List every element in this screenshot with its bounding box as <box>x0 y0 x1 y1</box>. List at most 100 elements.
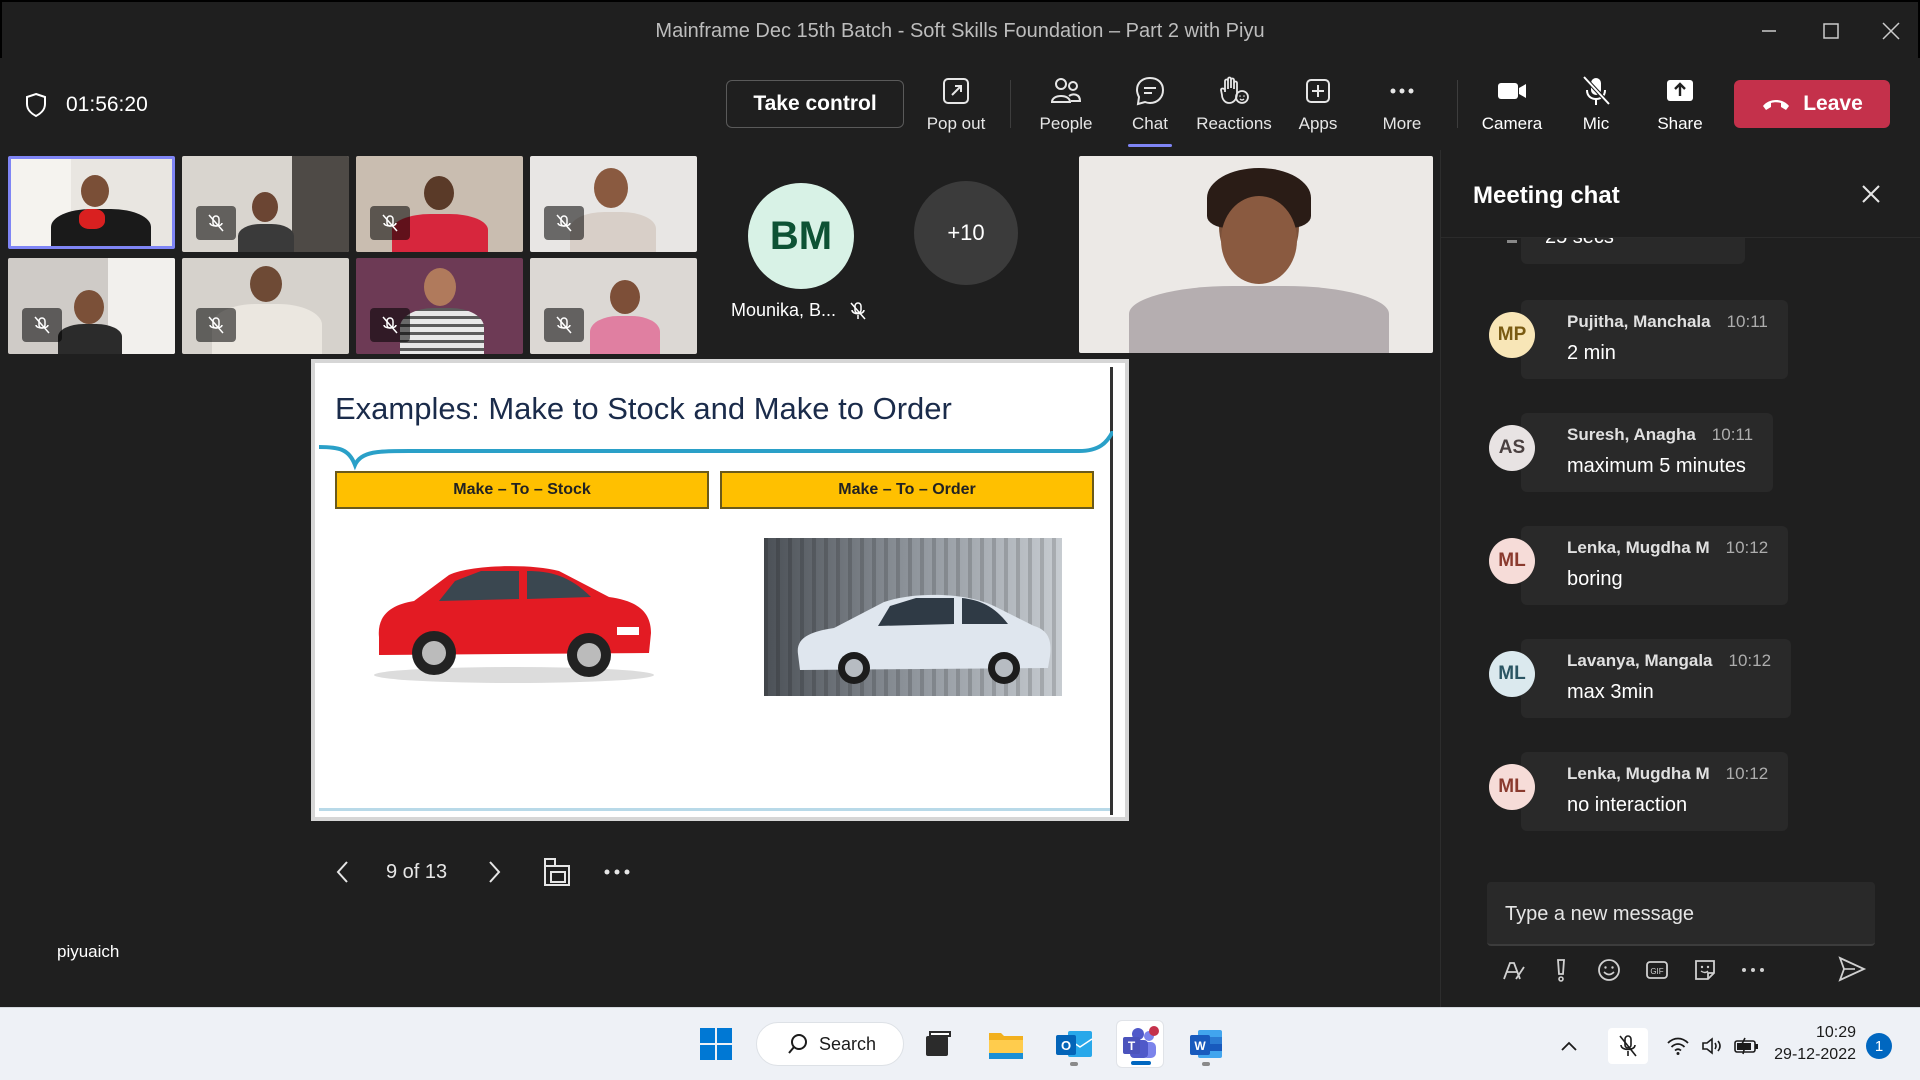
apps-button[interactable]: Apps <box>1276 74 1360 138</box>
toolbar-divider <box>1457 80 1458 128</box>
chat-icon <box>1135 76 1165 106</box>
mic-status-button[interactable] <box>1608 1028 1648 1064</box>
camera-button[interactable]: Camera <box>1470 74 1554 138</box>
sender-avatar[interactable]: ML <box>1489 764 1535 810</box>
leave-button[interactable]: Leave <box>1734 80 1890 128</box>
slide-more-options-button[interactable] <box>599 852 635 892</box>
participant-body <box>1129 286 1389 353</box>
timer-text: 01:56:20 <box>66 93 148 116</box>
camera-icon <box>1498 83 1526 99</box>
mic-button[interactable]: Mic <box>1554 74 1638 138</box>
close-window-button[interactable] <box>1868 12 1914 50</box>
truncated-message-text: 25 secs <box>1545 238 1614 249</box>
chat-title: Meeting chat <box>1473 182 1620 209</box>
sender-avatar[interactable]: ML <box>1489 538 1535 584</box>
presenter-name: piyuaich <box>57 942 120 961</box>
video-tile-participant[interactable] <box>182 156 349 252</box>
word-button[interactable]: W <box>1182 1020 1230 1068</box>
running-indicator <box>1070 1062 1078 1066</box>
message-input[interactable] <box>1505 900 1845 928</box>
meeting-chat-panel: Meeting chat 25 secs Pujitha, Manchala 10… <box>1440 150 1920 1007</box>
video-tile-participant[interactable] <box>182 258 349 354</box>
participant-face <box>252 192 278 222</box>
participant-body <box>238 224 294 252</box>
sender-avatar[interactable]: AS <box>1489 425 1535 471</box>
more-label: More <box>1382 114 1422 133</box>
take-control-button[interactable]: Take control <box>726 80 904 128</box>
message-time: 10:12 <box>1725 538 1769 557</box>
participant-face <box>81 175 109 207</box>
muted-indicator <box>370 308 410 342</box>
mic-off-icon <box>208 214 224 232</box>
reactions-icon <box>1220 76 1249 104</box>
emoji-button[interactable] <box>1585 952 1633 988</box>
minimize-icon <box>1762 30 1776 32</box>
video-tile-presenter[interactable] <box>8 156 175 249</box>
chat-button[interactable]: Chat <box>1108 74 1192 138</box>
muted-indicator <box>544 206 584 240</box>
sender-avatar[interactable]: ML <box>1489 651 1535 697</box>
shield-icon <box>26 92 46 118</box>
people-label: People <box>1039 114 1093 133</box>
more-compose-options-button[interactable] <box>1729 952 1777 988</box>
search-label: Search <box>819 1033 877 1054</box>
video-tile-participant[interactable] <box>356 258 523 354</box>
more-button[interactable]: More <box>1360 74 1444 138</box>
shared-slide: Examples: Make to Stock and Make to Orde… <box>311 359 1129 821</box>
priority-button[interactable] <box>1537 952 1585 988</box>
message-time: 10:12 <box>1725 764 1769 783</box>
start-button[interactable] <box>692 1020 740 1068</box>
video-tile-participant[interactable] <box>8 258 175 354</box>
message-sender: Lavanya, Mangala <box>1567 651 1713 670</box>
apps-icon <box>1306 79 1330 103</box>
teams-button[interactable]: T <box>1116 1020 1164 1068</box>
send-button[interactable] <box>1837 954 1871 988</box>
more-participants-button[interactable]: +10 <box>914 181 1018 285</box>
battery-button[interactable] <box>1730 1031 1764 1061</box>
minimize-button[interactable] <box>1746 12 1792 50</box>
gif-button[interactable]: GIF <box>1633 952 1681 988</box>
file-explorer-button[interactable] <box>982 1020 1030 1068</box>
teams-icon: T <box>1123 1026 1159 1058</box>
wifi-button[interactable] <box>1662 1031 1694 1061</box>
sticker-button[interactable] <box>1681 952 1729 988</box>
leave-label: Leave <box>1803 92 1863 115</box>
share-button[interactable]: Share <box>1638 74 1722 138</box>
task-view-button[interactable] <box>914 1020 962 1068</box>
reactions-button[interactable]: Reactions <box>1192 74 1276 138</box>
message-meta: Lenka, Mugdha M 10:12 <box>1567 764 1768 784</box>
maximize-button[interactable] <box>1808 12 1854 50</box>
mic-off-icon <box>34 316 50 334</box>
pop-out-button[interactable]: Pop out <box>914 74 998 138</box>
muted-indicator <box>544 308 584 342</box>
message-meta: Suresh, Anagha 10:11 <box>1567 425 1753 445</box>
outlook-button[interactable]: O <box>1050 1020 1098 1068</box>
folder-icon <box>989 1033 1023 1059</box>
video-tile-participant[interactable] <box>530 258 697 354</box>
video-tile-participant[interactable] <box>356 156 523 252</box>
slide-grid-button[interactable] <box>539 852 575 892</box>
next-slide-button[interactable] <box>479 852 509 892</box>
notification-badge[interactable]: 1 <box>1866 1033 1892 1059</box>
slide-content: Examples: Make to Stock and Make to Orde… <box>319 367 1113 815</box>
people-button[interactable]: People <box>1024 74 1108 138</box>
previous-slide-button[interactable] <box>328 852 358 892</box>
svg-text:O: O <box>1061 1038 1071 1053</box>
taskbar-clock[interactable]: 10:29 29-12-2022 <box>1764 1022 1856 1066</box>
windows-logo-icon <box>700 1028 732 1060</box>
sender-avatar[interactable]: MP <box>1489 312 1535 358</box>
video-tile-participant[interactable] <box>530 156 697 252</box>
running-indicator <box>1202 1062 1210 1066</box>
compose-toolbar: GIF <box>1489 950 1879 990</box>
participant-avatar[interactable]: BM <box>748 183 854 289</box>
svg-text:T: T <box>1128 1039 1136 1053</box>
slide-title-underline <box>319 431 1113 471</box>
compose-box[interactable] <box>1487 882 1875 946</box>
show-hidden-icons-button[interactable] <box>1554 1031 1584 1061</box>
video-tile-spotlight[interactable] <box>1079 156 1433 353</box>
format-button[interactable] <box>1489 952 1537 988</box>
word-icon: W <box>1190 1030 1222 1058</box>
taskbar-search[interactable]: Search <box>756 1022 904 1066</box>
close-chat-button[interactable] <box>1859 182 1887 210</box>
volume-button[interactable] <box>1696 1031 1728 1061</box>
